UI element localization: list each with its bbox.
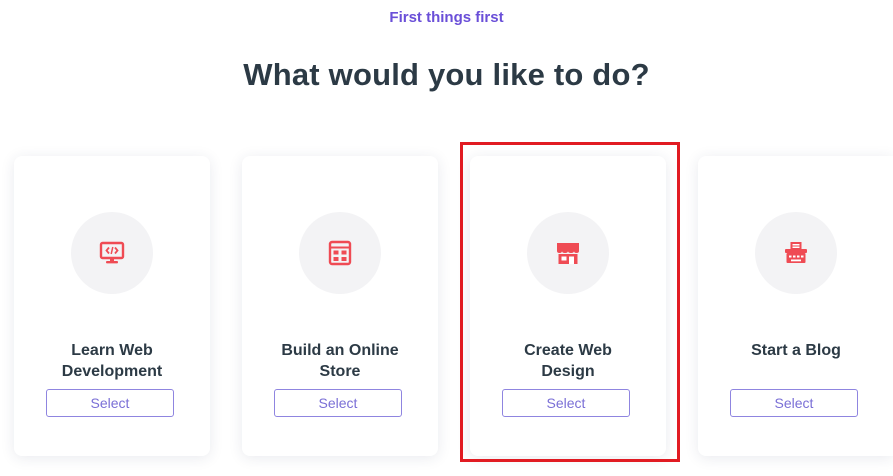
page: First things first What would you like t… (0, 0, 893, 476)
option-card-build-online-store[interactable]: Build an Online Store Select (242, 156, 438, 456)
option-card-start-a-blog[interactable]: Start a Blog Select (698, 156, 893, 456)
store-layout-icon (328, 240, 352, 266)
page-title: What would you like to do? (243, 57, 650, 92)
card-title: Start a Blog (706, 340, 886, 361)
option-card-create-web-design[interactable]: Create Web Design Select (470, 156, 666, 456)
icon-circle (299, 212, 381, 294)
option-card-learn-web-development[interactable]: Learn Web Development Select (14, 156, 210, 456)
card-title-line-1: Build an Online (281, 342, 399, 359)
card-title-line-2: Store (319, 363, 361, 380)
icon-circle (527, 212, 609, 294)
select-button-start-a-blog[interactable]: Select (730, 389, 858, 417)
card-title: Build an Online Store (250, 340, 430, 382)
typewriter-icon (785, 242, 807, 263)
eyebrow-text: First things first (389, 9, 504, 26)
card-title: Create Web Design (478, 340, 658, 382)
select-button-learn-web-development[interactable]: Select (46, 389, 174, 417)
card-title-line-2: Development (61, 363, 163, 380)
storefront-icon (557, 243, 579, 264)
code-monitor-icon (99, 241, 125, 264)
card-title-line-1: Create Web (524, 342, 612, 359)
card-title-line-1: Learn Web (71, 342, 153, 359)
icon-circle (755, 212, 837, 294)
select-button-create-web-design[interactable]: Select (502, 389, 630, 417)
card-title-line-2: Design (541, 363, 595, 380)
icon-circle (71, 212, 153, 294)
card-title-line-1: Start a Blog (751, 342, 841, 359)
select-button-build-online-store[interactable]: Select (274, 389, 402, 417)
card-title: Learn Web Development (22, 340, 202, 382)
